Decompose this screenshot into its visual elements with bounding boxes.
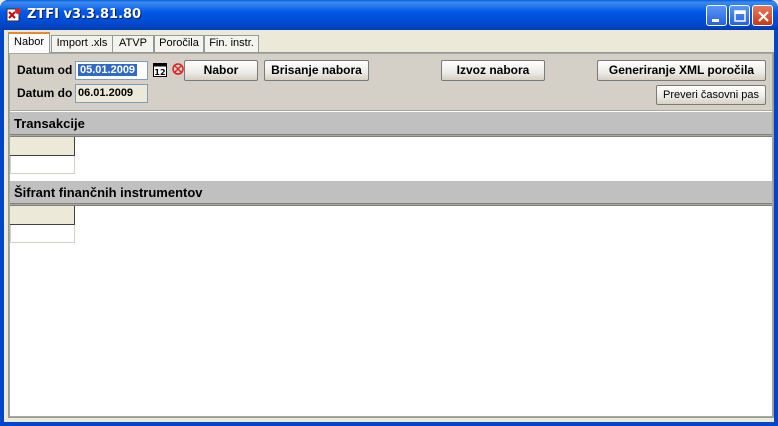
tab-panel-nabor: Datum od 05.01.2009 12 Nabor Brisanje na… (8, 52, 774, 418)
date-from-label: Datum od (17, 63, 73, 77)
grid-header-cell[interactable] (10, 137, 75, 156)
app-icon (6, 7, 22, 23)
nabor-button[interactable]: Nabor (184, 60, 258, 81)
grid-header-cell[interactable] (10, 206, 75, 225)
date-from-input[interactable]: 05.01.2009 (75, 61, 148, 80)
grid-row[interactable] (10, 225, 75, 243)
close-icon (758, 11, 769, 22)
clear-date-icon[interactable] (171, 62, 185, 79)
maximize-icon (734, 10, 746, 22)
date-from-value: 05.01.2009 (78, 64, 138, 76)
tab-atvp[interactable]: ATVP (112, 35, 154, 52)
tab-fin-instr[interactable]: Fin. instr. (204, 35, 259, 52)
tab-nabor[interactable]: Nabor (8, 32, 50, 53)
calendar-icon[interactable]: 12 (153, 63, 167, 80)
filter-toolbar: Datum od 05.01.2009 12 Nabor Brisanje na… (10, 54, 772, 110)
tab-porocila[interactable]: Poročila (154, 35, 204, 52)
close-button[interactable] (752, 5, 773, 26)
title-bar[interactable]: ZTFI v3.3.81.80 (0, 0, 778, 30)
window-title: ZTFI v3.3.81.80 (27, 7, 142, 22)
minimize-button[interactable] (706, 5, 727, 26)
client-area: Nabor Import .xls ATVP Poročila Fin. ins… (4, 30, 774, 422)
svg-text:12: 12 (154, 68, 165, 77)
date-to-input[interactable]: 06.01.2009 (75, 84, 148, 103)
maximize-button[interactable] (729, 5, 750, 26)
app-window: ZTFI v3.3.81.80 Nabor Import .xls ATVP P… (0, 0, 778, 426)
transakcije-grid[interactable] (10, 136, 772, 180)
sifrant-grid[interactable] (10, 205, 772, 416)
sifrant-title: Šifrant finančnih instrumentov (14, 185, 203, 200)
izvoz-nabora-button[interactable]: Izvoz nabora (441, 60, 545, 81)
brisanje-nabora-button[interactable]: Brisanje nabora (264, 60, 369, 81)
sifrant-header: Šifrant finančnih instrumentov (10, 180, 772, 204)
date-to-label: Datum do (17, 86, 73, 100)
transakcije-header: Transakcije (10, 111, 772, 135)
transakcije-title: Transakcije (14, 116, 85, 131)
grid-row[interactable] (10, 156, 75, 174)
tab-import-xls[interactable]: Import .xls (51, 35, 113, 52)
minimize-icon (712, 19, 719, 22)
preveri-casovni-pas-button[interactable]: Preveri časovni pas (656, 85, 766, 105)
generiranje-xml-button[interactable]: Generiranje XML poročila (597, 60, 766, 81)
